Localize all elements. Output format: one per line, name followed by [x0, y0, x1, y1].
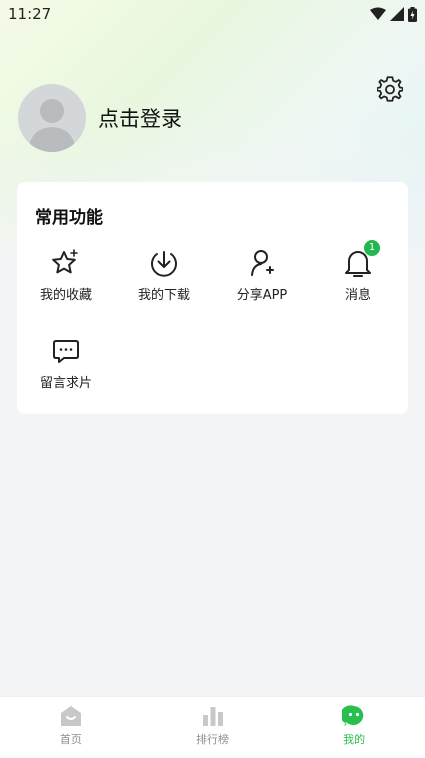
login-area[interactable]: 点击登录 — [18, 84, 182, 152]
feature-label: 我的收藏 — [39, 288, 92, 303]
feature-request-movie[interactable]: 留言求片 — [17, 334, 115, 391]
login-label[interactable]: 点击登录 — [98, 103, 182, 133]
feature-label: 消息 — [344, 288, 371, 303]
chat-icon — [53, 340, 79, 363]
feature-label: 分享APP — [236, 288, 288, 303]
star-icon — [52, 249, 78, 274]
feature-label: 留言求片 — [39, 376, 92, 391]
download-icon — [151, 251, 177, 277]
smiley-icon — [342, 705, 364, 726]
status-bar: 11:27 — [0, 0, 425, 28]
cellular-signal-icon — [390, 7, 404, 21]
bar-chart-icon — [202, 707, 223, 726]
add-user-icon — [251, 250, 274, 276]
features-title: 常用功能 — [35, 208, 103, 228]
notification-badge: 1 — [364, 240, 380, 256]
feature-messages[interactable]: 1 消息 — [309, 240, 407, 303]
tab-label: 我的 — [343, 733, 366, 746]
feature-downloads[interactable]: 我的下载 — [115, 246, 213, 303]
feature-favorites[interactable]: 我的收藏 — [17, 246, 115, 303]
tab-mine[interactable]: 我的 — [283, 697, 425, 758]
battery-icon — [408, 6, 417, 22]
wifi-icon — [370, 7, 386, 20]
status-time: 11:27 — [8, 5, 52, 23]
settings-button[interactable] — [376, 76, 404, 102]
tab-ranking[interactable]: 排行榜 — [142, 697, 284, 758]
tab-home[interactable]: 首页 — [0, 697, 142, 758]
tab-label: 排行榜 — [196, 733, 229, 746]
gear-icon — [376, 76, 404, 102]
bottom-tab-bar: 首页 排行榜 我的 — [0, 696, 425, 758]
tab-label: 首页 — [59, 733, 82, 746]
feature-share-app[interactable]: 分享APP — [213, 246, 311, 303]
home-icon — [60, 706, 81, 726]
feature-label: 我的下载 — [137, 288, 190, 303]
default-avatar-icon — [28, 99, 76, 152]
features-card: 常用功能 我的收藏 我的下载 分享APP 1 消息 留言求片 — [17, 182, 408, 414]
avatar[interactable] — [18, 84, 86, 152]
